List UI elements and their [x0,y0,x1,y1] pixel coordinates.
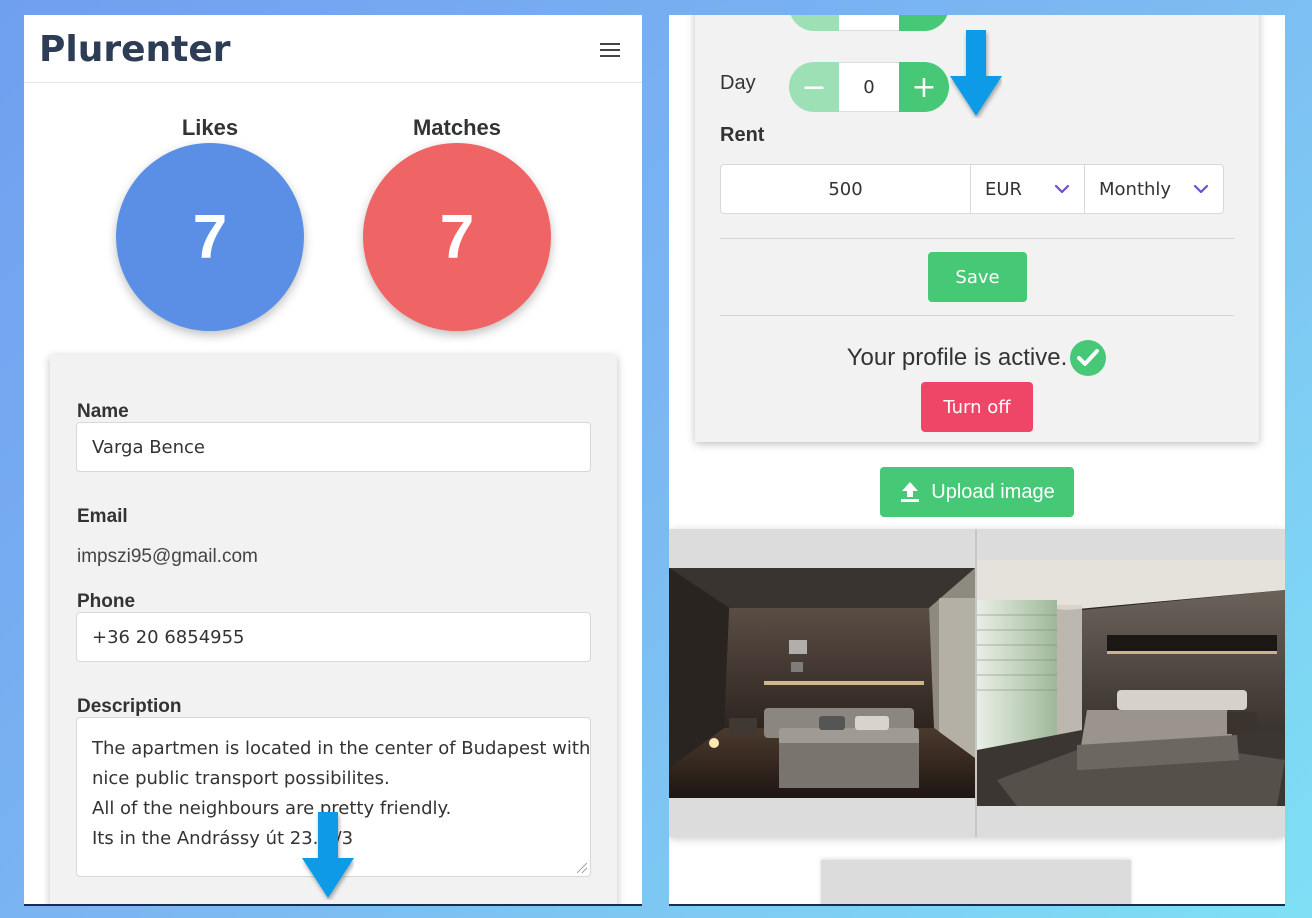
likes-label: Likes [181,115,239,140]
upload-icon [901,482,920,502]
brand-logo[interactable]: Plurenter [39,27,231,71]
upload-image-button[interactable]: Upload image [880,467,1074,517]
resize-grip-icon[interactable] [577,863,587,873]
currency-value: EUR [985,178,1023,200]
apartment-photo-1[interactable] [669,568,975,798]
phone-label: Phone [77,591,136,612]
description-label: Description [77,696,182,717]
hamburger-menu-icon[interactable] [600,43,620,57]
likes-stat: Likes 7 [116,113,304,331]
phone-field[interactable]: +36 20 6854955 [76,612,591,662]
navbar: Plurenter [24,15,642,83]
rent-row: 500 EUR Monthly [720,164,1224,214]
profile-screen-right: Day − 0 + Rent 500 EUR Monthly Save Your… [669,15,1285,906]
chevron-down-icon [1193,184,1209,194]
day-stepper[interactable]: − 0 + [789,62,949,112]
name-field[interactable]: Varga Bence [76,422,591,472]
scroll-down-arrow-icon [302,812,354,898]
currency-select[interactable]: EUR [971,164,1085,214]
rent-amount-input[interactable]: 500 [720,164,971,214]
bedroom-photo-image [977,560,1285,806]
apartment-photo-2[interactable] [977,560,1285,806]
increment-button[interactable] [899,15,949,31]
image-gallery [669,529,1285,837]
scroll-down-arrow-icon [950,30,1002,116]
upload-label: Upload image [931,480,1055,503]
next-card-stub [821,860,1131,904]
period-select[interactable]: Monthly [1085,164,1224,214]
day-label: Day [720,72,756,94]
status-text: Your profile is active. [846,344,1068,371]
likes-count-circle[interactable]: 7 [116,143,304,331]
day-decrement-button[interactable]: − [789,62,839,112]
matches-label: Matches [412,115,502,140]
description-line: The apartmen is located in the center of… [92,738,591,759]
month-stepper[interactable] [789,15,949,31]
save-button[interactable]: Save [928,252,1027,302]
decrement-button[interactable] [789,15,839,31]
profile-screen-left: Plurenter Likes 7 Matches 7 Name Varga B… [24,15,642,906]
bedroom-photo-image [669,568,975,798]
day-increment-button[interactable]: + [899,62,949,112]
name-label: Name [77,401,129,422]
chevron-down-icon [1054,184,1070,194]
profile-status: Your profile is active. [695,338,1259,378]
stepper-value[interactable] [839,15,899,31]
rent-label: Rent [720,124,765,146]
check-circle-icon [1070,340,1107,376]
divider [720,238,1234,239]
turn-off-button[interactable]: Turn off [921,382,1033,432]
matches-count-circle[interactable]: 7 [363,143,551,331]
divider [720,315,1234,316]
period-value: Monthly [1099,178,1172,200]
email-label: Email [77,506,128,527]
day-value[interactable]: 0 [839,62,899,112]
matches-stat: Matches 7 [363,113,551,331]
email-value: impszi95@gmail.com [77,546,258,567]
description-line: nice public transport possibilites. [92,768,390,789]
